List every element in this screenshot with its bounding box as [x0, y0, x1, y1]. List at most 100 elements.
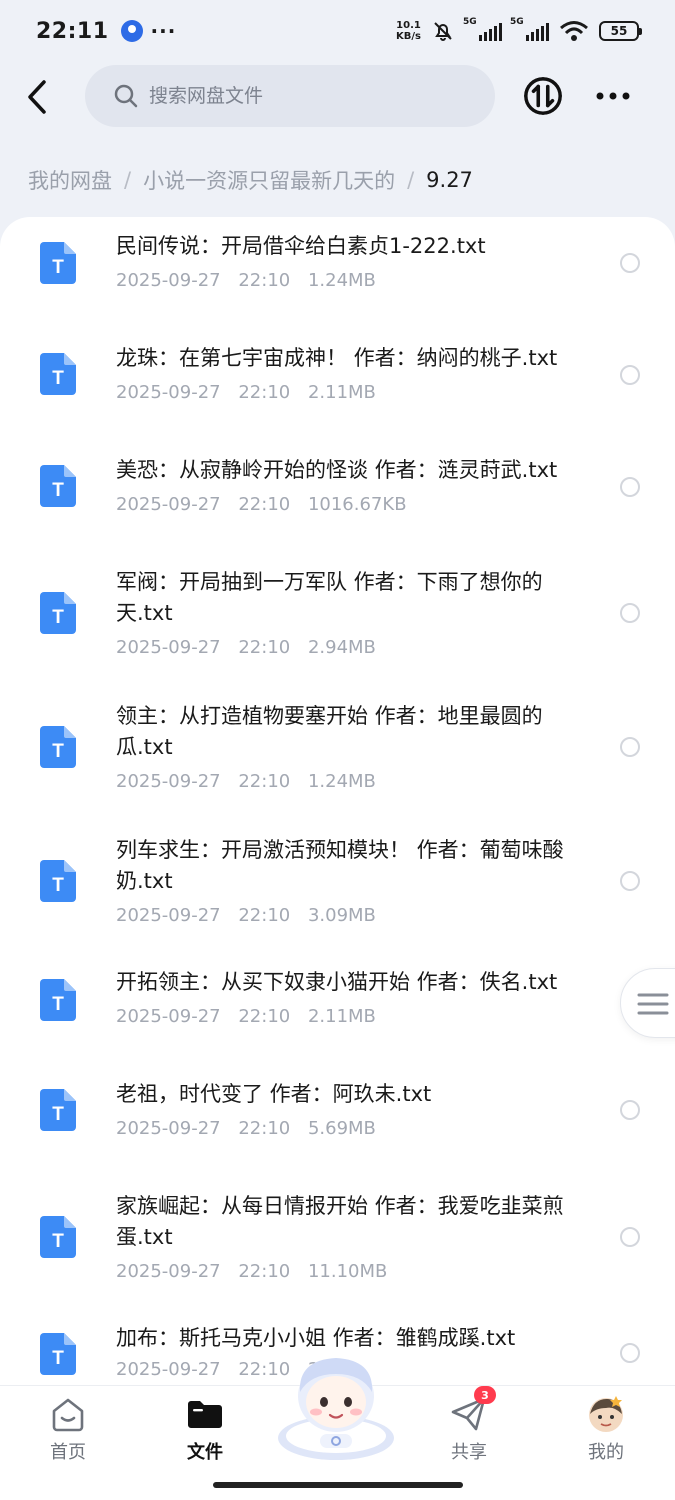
file-date: 2025-09-27 [116, 1118, 221, 1139]
file-time: 22:10 [238, 494, 291, 515]
file-time: 22:10 [238, 771, 291, 792]
file-size: 2.11MB [307, 1006, 376, 1027]
select-checkbox[interactable] [620, 871, 640, 891]
file-size: 11.10MB [307, 1261, 388, 1282]
file-size: 1016.67KB [307, 494, 407, 515]
file-meta: 2025-09-27 22:10 5.69MB [116, 1118, 376, 1139]
file-row[interactable]: T 老祖，时代变了 作者：阿玖未.txt 2025-09-27 22:10 5.… [0, 1067, 675, 1179]
top-bar [0, 62, 675, 132]
breadcrumb-item-folder[interactable]: 小说一资源只留最新几天的 [143, 165, 395, 195]
status-indicators: 10.1 KB/s 5G 5G 55 [396, 17, 642, 43]
search-icon [114, 84, 138, 108]
avatar-icon [589, 1396, 623, 1432]
back-icon[interactable] [22, 78, 54, 116]
nav-share[interactable]: 3 共享 [424, 1386, 514, 1464]
floating-menu-button[interactable] [620, 968, 675, 1038]
file-date: 2025-09-27 [116, 905, 221, 926]
file-date: 2025-09-27 [116, 771, 221, 792]
mascot-icon[interactable] [274, 1352, 398, 1462]
txt-file-icon: T [40, 242, 76, 284]
file-date: 2025-09-27 [116, 382, 221, 403]
txt-file-icon: T [40, 860, 76, 902]
file-row[interactable]: T 美恐：从寂静岭开始的怪谈 作者：涟灵莳武.txt 2025-09-27 22… [0, 441, 675, 553]
select-checkbox[interactable] [620, 603, 640, 623]
home-icon [52, 1398, 84, 1432]
file-meta: 2025-09-27 22:10 3.09MB [116, 905, 376, 926]
menu-lines-icon [637, 993, 669, 1015]
network-speed: 10.1 KB/s [396, 20, 421, 42]
signal-label-2: 5G [510, 17, 524, 27]
nav-mine[interactable]: 我的 [561, 1394, 651, 1464]
svg-text:T: T [52, 875, 64, 896]
file-time: 22:10 [238, 1261, 291, 1282]
more-notifications-indicator: ··· [150, 19, 177, 43]
nav-home-label: 首页 [50, 1442, 86, 1463]
file-meta: 2025-09-27 22:10 1016.67KB [116, 494, 407, 515]
svg-text:T: T [52, 1231, 64, 1252]
file-name: 美恐：从寂静岭开始的怪谈 作者：涟灵莳武.txt [116, 458, 558, 482]
transfer-icon[interactable] [524, 77, 562, 115]
svg-text:T: T [52, 994, 64, 1015]
file-time: 22:10 [238, 270, 291, 291]
signal-strength-1: 5G [463, 17, 502, 41]
status-bar: 22:11 ··· 10.1 KB/s 5G 5G 55 [0, 0, 675, 62]
svg-text:T: T [52, 257, 64, 278]
file-name: 民间传说：开局借伞给白素贞1-222.txt [116, 234, 486, 258]
file-meta: 2025-09-27 22:10 1.24MB [116, 771, 376, 792]
nav-files[interactable]: 文件 [160, 1394, 250, 1464]
breadcrumb-current: 9.27 [426, 168, 473, 192]
file-time: 22:10 [238, 637, 291, 658]
file-meta: 2025-09-27 22:10 2.94MB [116, 637, 376, 658]
file-row[interactable]: T 军阀：开局抽到一万军队 作者：下雨了想你的天.txt 2025-09-27 … [0, 553, 675, 687]
file-row[interactable]: T 家族崛起：从每日情报开始 作者：我爱吃韭菜煎蛋.txt 2025-09-27… [0, 1179, 675, 1313]
file-row[interactable]: T 列车求生：开局激活预知模块！ 作者：葡萄味酸奶.txt 2025-09-27… [0, 821, 675, 955]
file-meta: 2025-09-27 22:10 2.11MB [116, 1006, 376, 1027]
breadcrumb-item-root[interactable]: 我的网盘 [28, 165, 112, 195]
network-speed-value: 10.1 [396, 20, 421, 31]
file-size: 2.11MB [307, 382, 376, 403]
file-row[interactable]: T 民间传说：开局借伞给白素贞1-222.txt 2025-09-27 22:1… [0, 217, 675, 329]
nav-files-label: 文件 [187, 1442, 223, 1463]
file-row[interactable]: T 开拓领主：从买下奴隶小猫开始 作者：佚名.txt 2025-09-27 22… [0, 955, 675, 1067]
file-name: 龙珠：在第七宇宙成神！ 作者：纳闷的桃子.txt [116, 346, 558, 370]
txt-file-icon: T [40, 979, 76, 1021]
svg-text:T: T [52, 1104, 64, 1125]
file-meta: 2025-09-27 22:10 1.24MB [116, 270, 376, 291]
breadcrumb-separator: / [407, 168, 415, 192]
nav-share-label: 共享 [451, 1442, 487, 1463]
select-checkbox[interactable] [620, 477, 640, 497]
file-name: 家族崛起：从每日情报开始 作者：我爱吃韭菜煎蛋.txt [116, 1194, 564, 1249]
wifi-icon [560, 21, 588, 41]
file-name: 军阀：开局抽到一万军队 作者：下雨了想你的天.txt [116, 570, 543, 625]
svg-text:T: T [52, 1348, 64, 1369]
status-time: 22:11 [36, 18, 109, 44]
select-checkbox[interactable] [620, 253, 640, 273]
svg-text:T: T [52, 741, 64, 762]
select-checkbox[interactable] [620, 737, 640, 757]
file-name: 老祖，时代变了 作者：阿玖未.txt [116, 1082, 432, 1106]
file-name: 加布：斯托马克小小姐 作者：雏鹤成蹊.txt [116, 1326, 516, 1350]
txt-file-icon: T [40, 592, 76, 634]
file-row[interactable]: T 龙珠：在第七宇宙成神！ 作者：纳闷的桃子.txt 2025-09-27 22… [0, 329, 675, 441]
nav-home[interactable]: 首页 [23, 1394, 113, 1464]
file-date: 2025-09-27 [116, 1359, 221, 1380]
breadcrumb: 我的网盘 / 小说一资源只留最新几天的 / 9.27 [28, 160, 473, 200]
signal-strength-2: 5G [510, 17, 549, 41]
file-list: T 民间传说：开局借伞给白素贞1-222.txt 2025-09-27 22:1… [0, 217, 675, 1417]
select-checkbox[interactable] [620, 1343, 640, 1363]
select-checkbox[interactable] [620, 1100, 640, 1120]
file-time: 22:10 [238, 905, 291, 926]
more-icon[interactable] [594, 84, 632, 108]
file-size: 1.24MB [307, 771, 376, 792]
nav-mine-label: 我的 [588, 1442, 624, 1463]
select-checkbox[interactable] [620, 1227, 640, 1247]
file-date: 2025-09-27 [116, 1261, 221, 1282]
file-size: 5.69MB [307, 1118, 376, 1139]
select-checkbox[interactable] [620, 365, 640, 385]
search-bar[interactable] [85, 65, 495, 127]
folder-icon [188, 1401, 222, 1428]
search-input[interactable] [149, 85, 449, 107]
file-time: 22:10 [238, 1006, 291, 1027]
file-size: 3.09MB [307, 905, 376, 926]
file-row[interactable]: T 领主：从打造植物要塞开始 作者：地里最圆的瓜.txt 2025-09-27 … [0, 687, 675, 821]
